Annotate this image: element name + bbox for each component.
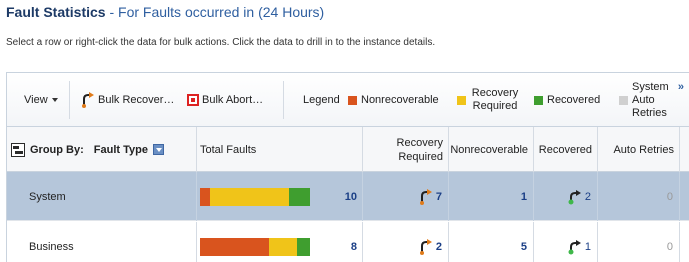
row-name: Business [7,222,197,262]
title-main: Fault Statistics [6,4,106,20]
view-menu-button[interactable]: View [24,73,58,127]
recovered-arrow-icon [568,239,581,254]
table-row[interactable]: System 10 7 1 2 0 [7,172,689,221]
recovery-required-link[interactable]: 7 [436,191,442,203]
recovery-required-link[interactable]: 2 [436,241,442,253]
title-subtitle: - For Faults occurred in (24 Hours) [105,4,325,20]
caret-down-icon [51,98,58,102]
bar-segment-recovery-required [269,238,297,256]
total-faults-cell: 10 [197,172,363,221]
recovered-cell: 2 [534,172,598,221]
legend-swatch [348,95,357,105]
legend-item-label: Recovery Required [471,87,519,112]
toolbar-separator [69,81,70,119]
fault-distribution-bar[interactable] [200,188,310,206]
bar-segment-recovered [289,188,310,206]
bulk-recover-label: Bulk Recover… [98,94,175,106]
total-faults-link[interactable]: 8 [351,222,357,262]
legend-recovered: Recovered [534,73,600,127]
legend-swatch [457,95,466,105]
auto-retries-cell: 0 [598,172,680,221]
page-title: Fault Statistics - For Faults occurred i… [6,4,324,20]
header-auto-retries[interactable]: Auto Retries [598,127,680,172]
bar-segment-recovered [296,238,310,256]
recovered-cell: 1 [534,222,598,262]
fault-statistics-panel: View Bulk Recover… Bulk Abort… Legend No… [6,72,689,262]
bulk-recover-button[interactable]: Bulk Recover… [81,73,174,127]
nonrecoverable-link[interactable]: 1 [521,191,527,203]
view-label: View [24,94,48,106]
total-faults-link[interactable]: 10 [345,172,357,221]
recover-arrow-icon [419,188,432,205]
total-faults-cell: 8 [197,222,363,262]
instructions-text: Select a row or right-click the data for… [6,37,436,48]
legend-nonrecoverable: Nonrecoverable [348,73,439,127]
header-total-faults[interactable]: Total Faults [197,127,363,172]
table-row[interactable]: Business 8 2 5 1 0 [7,222,689,262]
group-by-icon[interactable] [11,142,25,157]
abort-icon [187,94,199,106]
legend-item-label: Nonrecoverable [361,94,439,106]
group-by-label: Group By: [30,143,84,156]
legend-label: Legend [303,94,340,106]
recovery-required-cell: 7 [363,172,449,221]
recovered-link[interactable]: 2 [585,191,591,203]
nonrecoverable-link[interactable]: 5 [521,241,527,253]
bar-segment-recovery-required [209,188,290,206]
group-by-header: Group By: Fault Type [7,127,197,172]
legend-swatch [619,95,628,105]
header-recovered[interactable]: Recovered [534,127,598,172]
group-by-dropdown-icon[interactable] [152,144,164,155]
table-header: Group By: Fault Type Total Faults Recove… [7,127,689,172]
bar-segment-nonrecoverable [200,238,270,256]
recover-arrow-icon [419,238,432,255]
toolbar-separator [283,81,284,119]
legend-item-label: System Auto Retries [632,80,669,119]
legend-recovery-required: Recovery Required [457,73,520,127]
overflow-chevron-icon[interactable]: » [678,81,684,93]
auto-retries-cell: 0 [598,222,680,262]
legend-item-label: Recovered [547,94,601,106]
auto-retries-value: 0 [666,240,673,253]
bulk-abort-label: Bulk Abort… [202,94,264,106]
toolbar: View Bulk Recover… Bulk Abort… Legend No… [7,73,689,127]
bulk-abort-button[interactable]: Bulk Abort… [187,73,263,127]
row-name: System [7,172,197,221]
legend-swatch [534,95,543,105]
recovered-arrow-icon [568,189,581,204]
recover-arrow-icon [82,92,94,108]
header-nonrecoverable[interactable]: Nonrecoverable [449,127,534,172]
legend-system-auto-retries: System Auto Retries [619,73,672,127]
bar-segment-nonrecoverable [200,188,210,206]
nonrecoverable-cell: 1 [449,172,534,221]
recovered-link[interactable]: 1 [585,241,591,253]
auto-retries-value: 0 [666,190,673,203]
group-by-value: Fault Type [93,143,148,156]
nonrecoverable-cell: 5 [449,222,534,262]
header-recovery-required[interactable]: Recovery Required [363,127,449,172]
recovery-required-cell: 2 [363,222,449,262]
fault-distribution-bar[interactable] [200,238,310,256]
